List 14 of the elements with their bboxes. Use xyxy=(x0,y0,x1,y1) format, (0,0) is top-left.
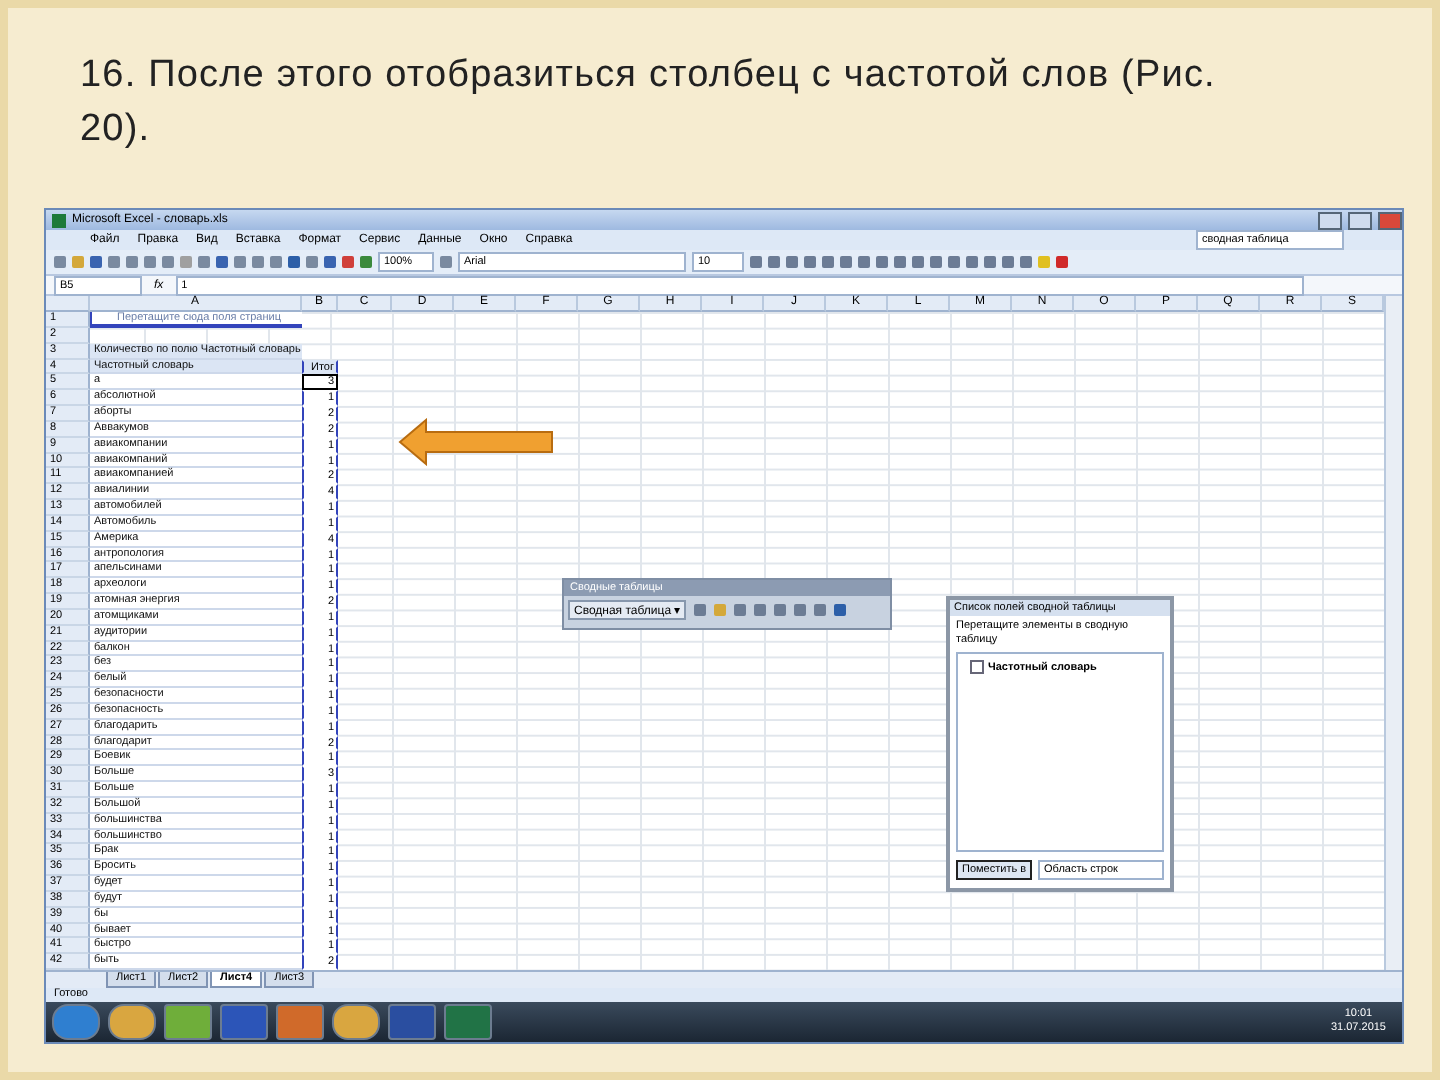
close-button[interactable] xyxy=(1378,211,1402,229)
vertical-scrollbar[interactable] xyxy=(1384,296,1402,970)
spreadsheet-app-icon[interactable] xyxy=(444,1004,492,1040)
maximize-button[interactable] xyxy=(1348,211,1372,229)
slide-heading: 16. После этого отобразиться столбец с частотой слов (Рис. 20). xyxy=(78,52,1218,154)
checkbox[interactable] xyxy=(970,660,984,674)
start-button[interactable] xyxy=(52,1004,100,1040)
spreadsheet-app-icon xyxy=(52,213,66,227)
left-arrow-icon xyxy=(398,418,554,466)
toolbar-icon[interactable] xyxy=(440,256,452,268)
browser-app-icon[interactable] xyxy=(332,1004,380,1040)
minimize-button[interactable] xyxy=(1318,211,1342,229)
browser-app-icon[interactable] xyxy=(108,1004,156,1040)
corner-header[interactable] xyxy=(46,296,90,312)
